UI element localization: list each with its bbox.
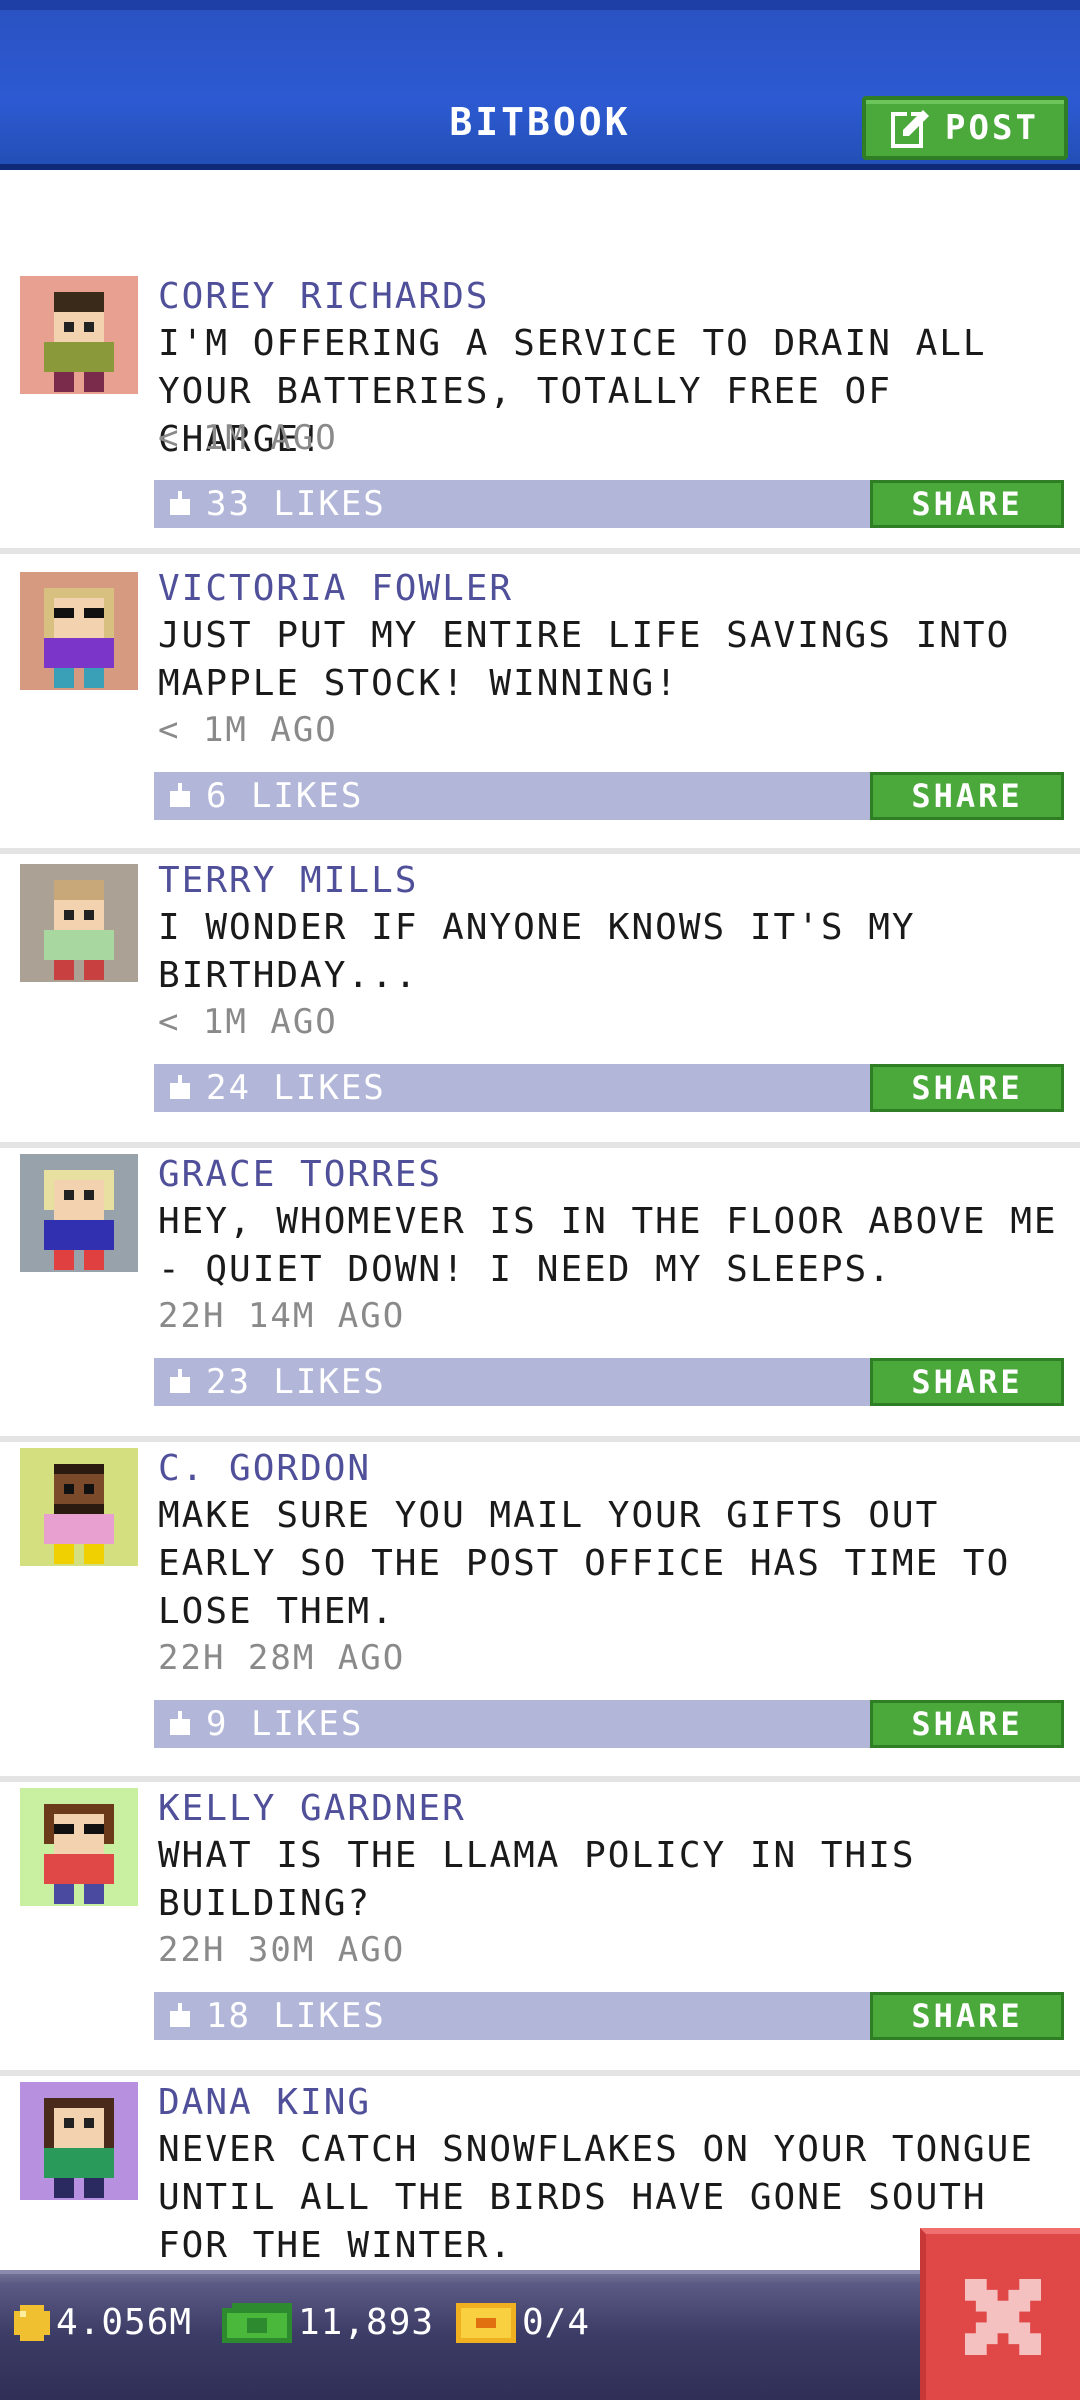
- post-author[interactable]: DANA KING: [158, 2082, 371, 2123]
- likes-bar: 24 LIKES SHARE: [154, 1064, 1064, 1112]
- close-button[interactable]: [920, 2228, 1080, 2400]
- post-author[interactable]: VICTORIA FOWLER: [158, 568, 513, 609]
- feed-post: COREY RICHARDS I'M OFFERING A SERVICE TO…: [0, 276, 1080, 554]
- like-count[interactable]: 23 LIKES: [206, 1362, 386, 1402]
- likes-bar: 18 LIKES SHARE: [154, 1992, 1064, 2040]
- coin-icon: [14, 2304, 50, 2341]
- coins-counter: 4.056M: [14, 2302, 192, 2343]
- post-author[interactable]: KELLY GARDNER: [158, 1788, 466, 1829]
- post-text: JUST PUT MY ENTIRE LIFE SAVINGS INTO MAP…: [158, 615, 1011, 704]
- thumbs-up-icon: [170, 1711, 190, 1735]
- feed-post: DANA KING NEVER CATCH SNOWFLAKES ON YOUR…: [0, 2082, 1080, 2282]
- post-time: 22H 14M AGO: [158, 1296, 406, 1336]
- ticket-icon: [456, 2302, 516, 2343]
- post-author[interactable]: C. GORDON: [158, 1448, 371, 1489]
- share-button[interactable]: SHARE: [870, 772, 1064, 820]
- like-count[interactable]: 24 LIKES: [206, 1068, 386, 1108]
- feed-post: GRACE TORRES HEY, WHOMEVER IS IN THE FLO…: [0, 1154, 1080, 1442]
- avatar: [20, 1154, 138, 1272]
- post-divider: [0, 848, 1080, 854]
- avatar: [20, 2082, 138, 2200]
- post-author[interactable]: COREY RICHARDS: [158, 276, 489, 317]
- post-button-label: POST: [945, 108, 1039, 148]
- likes-bar: 6 LIKES SHARE: [154, 772, 1064, 820]
- feed-post: C. GORDON MAKE SURE YOU MAIL YOUR GIFTS …: [0, 1448, 1080, 1782]
- close-icon: [965, 2279, 1041, 2355]
- status-bar: 4.056M 11,893 0/4: [0, 2270, 1080, 2400]
- post-text: MAKE SURE YOU MAIL YOUR GIFTS OUT EARLY …: [158, 1495, 1011, 1632]
- edit-icon: [891, 110, 930, 148]
- post-divider: [0, 1436, 1080, 1442]
- post-text: WHAT IS THE LLAMA POLICY IN THIS BUILDIN…: [158, 1835, 916, 1924]
- like-count[interactable]: 33 LIKES: [206, 484, 386, 524]
- share-button[interactable]: SHARE: [870, 1700, 1064, 1748]
- bux-counter: 11,893: [222, 2302, 434, 2343]
- feed-post: VICTORIA FOWLER JUST PUT MY ENTIRE LIFE …: [0, 568, 1080, 854]
- like-count[interactable]: 9 LIKES: [206, 1704, 363, 1744]
- post-divider: [0, 548, 1080, 554]
- post-time: 22H 28M AGO: [158, 1638, 406, 1678]
- post-divider: [0, 2070, 1080, 2076]
- avatar: [20, 1788, 138, 1906]
- coins-value: 4.056M: [56, 2302, 193, 2343]
- likes-bar: 23 LIKES SHARE: [154, 1358, 1064, 1406]
- feed-post: KELLY GARDNER WHAT IS THE LLAMA POLICY I…: [0, 1788, 1080, 2076]
- post-divider: [0, 1776, 1080, 1782]
- tickets-counter: 0/4: [456, 2302, 590, 2343]
- share-button[interactable]: SHARE: [870, 480, 1064, 528]
- post-author[interactable]: TERRY MILLS: [158, 860, 418, 901]
- share-button[interactable]: SHARE: [870, 1064, 1064, 1112]
- post-time: < 1M AGO: [158, 710, 338, 750]
- post-time: < 1M AGO: [158, 1002, 338, 1042]
- like-count[interactable]: 18 LIKES: [206, 1996, 386, 2036]
- like-count[interactable]: 6 LIKES: [206, 776, 363, 816]
- avatar: [20, 572, 138, 690]
- bux-value: 11,893: [298, 2302, 435, 2343]
- post-author[interactable]: GRACE TORRES: [158, 1154, 442, 1195]
- thumbs-up-icon: [170, 783, 190, 807]
- share-button[interactable]: SHARE: [870, 1992, 1064, 2040]
- post-time: 22H 30M AGO: [158, 1930, 406, 1970]
- post-time: < 1M AGO: [158, 418, 338, 458]
- thumbs-up-icon: [170, 1075, 190, 1099]
- thumbs-up-icon: [170, 1369, 190, 1393]
- post-divider: [0, 1142, 1080, 1148]
- share-button[interactable]: SHARE: [870, 1358, 1064, 1406]
- avatar: [20, 864, 138, 982]
- post-button[interactable]: POST: [862, 96, 1068, 160]
- likes-bar: 9 LIKES SHARE: [154, 1700, 1064, 1748]
- thumbs-up-icon: [170, 2003, 190, 2027]
- app-header: BITBOOK POST: [0, 0, 1080, 170]
- avatar: [20, 276, 138, 394]
- bux-icon: [222, 2302, 292, 2343]
- post-text: HEY, WHOMEVER IS IN THE FLOOR ABOVE ME -…: [158, 1201, 1058, 1290]
- thumbs-up-icon: [170, 491, 190, 515]
- likes-bar: 33 LIKES SHARE: [154, 480, 1064, 528]
- avatar: [20, 1448, 138, 1566]
- post-text: I WONDER IF ANYONE KNOWS IT'S MY BIRTHDA…: [158, 907, 916, 996]
- feed-post: TERRY MILLS I WONDER IF ANYONE KNOWS IT'…: [0, 860, 1080, 1148]
- tickets-value: 0/4: [522, 2302, 591, 2343]
